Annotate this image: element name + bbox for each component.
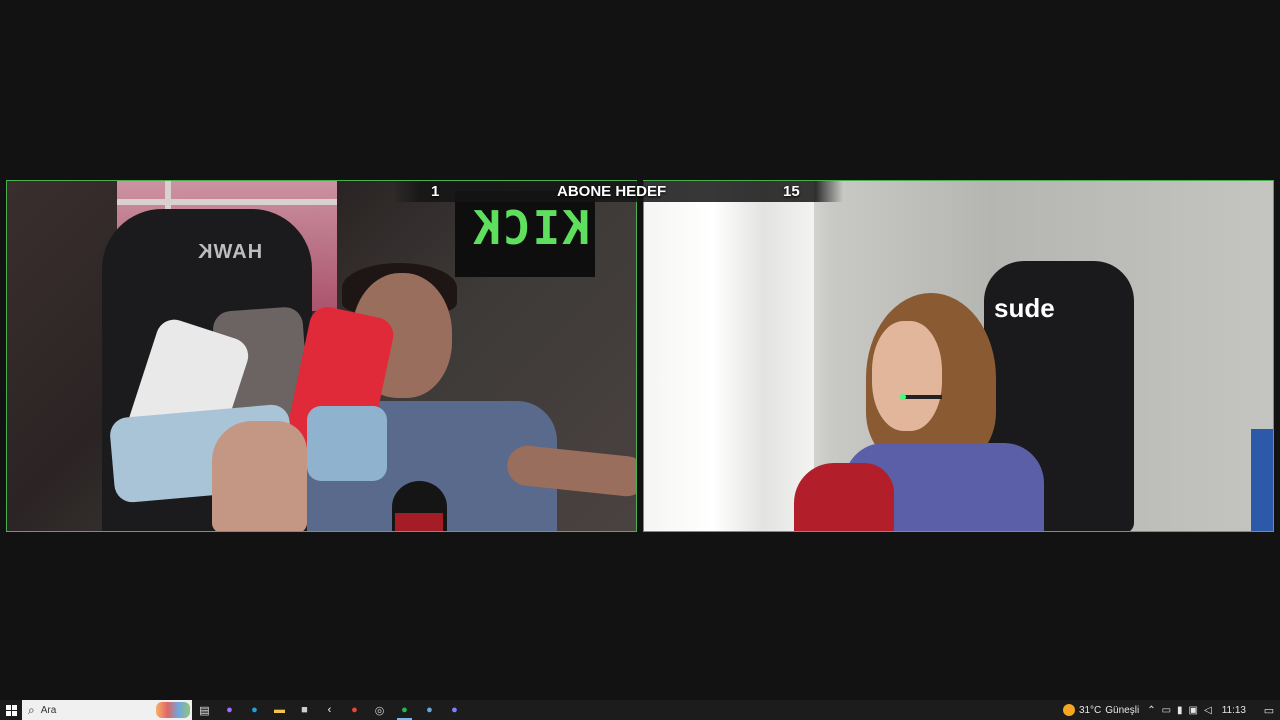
windows-taskbar: ⌕ Ara ▤ ● ● ▬ ■ ‹ ● ◎ ● ● ● 31°C Güneşli ⌃ ▭ ▮ ▣ ◁… bbox=[0, 700, 1280, 720]
notification-icon[interactable]: ▭ bbox=[1258, 704, 1280, 717]
task-view-icon[interactable]: ▤ bbox=[192, 700, 217, 720]
start-button[interactable] bbox=[0, 700, 22, 720]
network-icon[interactable]: ▣ bbox=[1189, 705, 1198, 716]
file-explorer-icon[interactable]: ▬ bbox=[267, 700, 292, 720]
display-icon[interactable]: ▭ bbox=[1162, 705, 1171, 716]
search-highlight-icon bbox=[156, 702, 190, 718]
streamer-hand bbox=[212, 421, 307, 531]
phone-case-lightblue bbox=[307, 406, 387, 481]
volume-icon[interactable]: ◁ bbox=[1204, 705, 1212, 716]
app-icon[interactable]: ‹ bbox=[317, 700, 342, 720]
weather-condition: Güneşli bbox=[1105, 704, 1140, 716]
copilot-icon[interactable]: ● bbox=[217, 700, 242, 720]
plaid-blanket bbox=[794, 463, 894, 531]
system-tray: ⌃ ▭ ▮ ▣ ◁ bbox=[1147, 705, 1222, 716]
stream-canvas: HAWK KICK sude 1 ABONE HEDEF 15 bbox=[0, 0, 1280, 700]
taskbar-search[interactable]: ⌕ Ara bbox=[22, 700, 192, 720]
chevron-up-icon[interactable]: ⌃ bbox=[1147, 705, 1155, 716]
goal-target-count: 15 bbox=[783, 183, 800, 200]
goal-current-count: 1 bbox=[431, 183, 440, 200]
sun-icon bbox=[1062, 704, 1075, 716]
left-webcam: HAWK KICK bbox=[6, 180, 637, 532]
chrome-icon[interactable]: ● bbox=[342, 700, 367, 720]
goal-title: ABONE HEDEF bbox=[557, 183, 667, 200]
headset-mic-led bbox=[900, 394, 906, 400]
edge-icon[interactable]: ● bbox=[242, 700, 267, 720]
search-icon: ⌕ bbox=[28, 702, 35, 717]
tv-kick-logo: KICK bbox=[471, 201, 590, 255]
right-webcam: sude bbox=[643, 180, 1274, 532]
weather-temp: 31°C bbox=[1078, 704, 1102, 716]
discord-icon[interactable]: ● bbox=[442, 700, 467, 720]
obs-icon[interactable]: ◎ bbox=[367, 700, 392, 720]
spotify-icon[interactable]: ● bbox=[392, 700, 417, 720]
steam-icon[interactable]: ● bbox=[417, 700, 442, 720]
microphone-icon[interactable]: ▮ bbox=[1177, 705, 1183, 716]
search-placeholder: Ara bbox=[40, 704, 57, 716]
chair-name-label: sude bbox=[994, 293, 1055, 323]
microphone-light bbox=[395, 513, 443, 531]
pinned-apps: ▤ ● ● ▬ ■ ‹ ● ◎ ● ● ● bbox=[192, 700, 467, 720]
streamer-face bbox=[872, 321, 942, 431]
windows-logo-icon bbox=[5, 704, 17, 716]
store-icon[interactable]: ■ bbox=[292, 700, 317, 720]
headset-mic bbox=[902, 395, 942, 399]
clock[interactable]: 11:13 bbox=[1222, 705, 1258, 716]
window-curtain bbox=[644, 181, 814, 531]
weather-widget[interactable]: 31°C Güneşli bbox=[1062, 704, 1147, 716]
blue-object bbox=[1251, 429, 1273, 531]
chair-brand-logo: HAWK bbox=[197, 241, 263, 263]
